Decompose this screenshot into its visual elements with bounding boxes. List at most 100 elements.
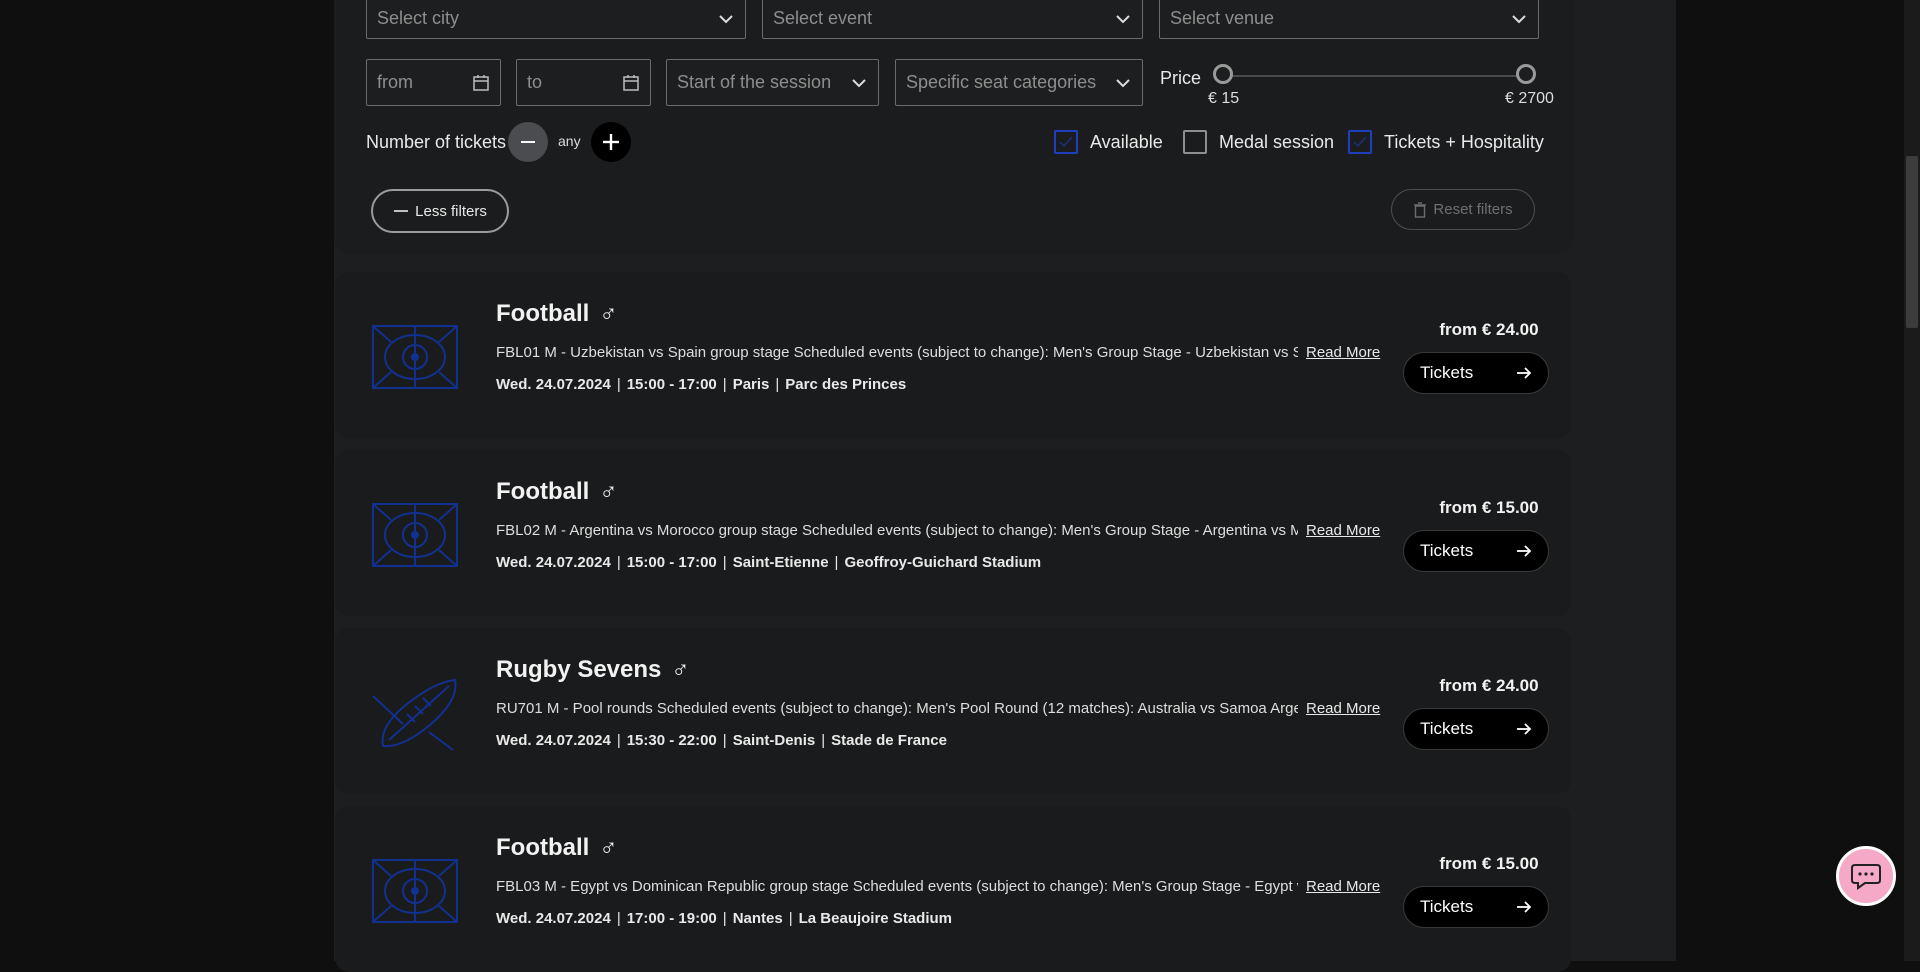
check-icon (1059, 136, 1073, 148)
tickets-button-label: Tickets (1420, 541, 1474, 560)
venue-select[interactable]: Select venue (1159, 0, 1539, 39)
event-sport-name: Football (496, 300, 590, 327)
event-sport-name: Football (496, 834, 590, 861)
event-city: Nantes (732, 910, 783, 927)
available-label: Available (1090, 132, 1163, 152)
male-icon: ♂ (599, 834, 618, 861)
football-pitch-icon (372, 859, 458, 923)
event-card: Football ♂ FBL03 M - Egypt vs Dominican … (335, 806, 1571, 972)
event-venue: Stade de France (831, 732, 947, 749)
male-icon: ♂ (671, 656, 690, 683)
arrow-right-icon (1517, 723, 1532, 735)
event-card: Football ♂ FBL02 M - Argentina vs Morocc… (335, 450, 1571, 616)
rugby-ball-icon (372, 678, 457, 750)
plus-icon (603, 134, 619, 150)
date-to-field[interactable]: to (516, 59, 651, 106)
football-pitch-icon (372, 503, 458, 567)
city-select-label: Select city (377, 8, 460, 28)
seat-category-label: Specific seat categories (906, 72, 1097, 92)
date-from-field[interactable]: from (366, 59, 501, 106)
event-title: Football ♂ (496, 478, 617, 506)
event-sport-name: Rugby Sevens (496, 656, 662, 683)
available-checkbox[interactable] (1054, 130, 1078, 154)
tickets-button-label: Tickets (1420, 897, 1474, 916)
city-select[interactable]: Select city (366, 0, 746, 39)
hospitality-label: Tickets + Hospitality (1384, 132, 1544, 152)
event-select[interactable]: Select event (762, 0, 1143, 39)
tickets-button-label: Tickets (1420, 719, 1474, 738)
event-description: FBL02 M - Argentina vs Morocco group sta… (496, 522, 1298, 539)
read-more-link[interactable]: Read More (1306, 878, 1380, 895)
tickets-count-label: Number of tickets (366, 132, 507, 152)
event-city: Saint-Denis (732, 732, 816, 749)
check-icon (1353, 136, 1367, 148)
event-meta: Wed. 24.07.2024 | 17:00 - 19:00 | Nantes | La … (496, 910, 952, 927)
scrollbar-track[interactable] (1904, 0, 1920, 961)
event-card: Football ♂ FBL01 M - Uzbekistan vs Spain… (335, 272, 1571, 438)
arrow-right-icon (1517, 901, 1532, 913)
event-venue: Parc des Princes (785, 376, 907, 393)
event-price: from € 15.00 (1439, 854, 1539, 873)
event-price: from € 24.00 (1439, 676, 1539, 695)
event-venue: Geoffroy-Guichard Stadium (844, 554, 1042, 571)
event-title: Football ♂ (496, 300, 617, 328)
arrow-right-icon (1517, 545, 1532, 557)
price-slider-track[interactable] (1222, 75, 1526, 77)
event-venue: La Beaujoire Stadium (798, 910, 952, 927)
chat-button[interactable] (1836, 846, 1896, 906)
read-more-link[interactable]: Read More (1306, 522, 1380, 539)
chevron-down-icon (1116, 78, 1130, 87)
event-date: Wed. 24.07.2024 (496, 376, 611, 393)
increase-tickets-button[interactable] (591, 122, 631, 162)
football-pitch-icon (372, 325, 458, 389)
event-meta: Wed. 24.07.2024 | 15:30 - 22:00 | Saint-Deni… (496, 732, 947, 749)
calendar-icon (473, 74, 489, 91)
seat-category-select[interactable]: Specific seat categories (895, 59, 1143, 106)
male-icon: ♂ (599, 300, 618, 327)
less-filters-button[interactable]: Less filters (371, 189, 509, 233)
session-start-select[interactable]: Start of the session (666, 59, 879, 106)
event-meta: Wed. 24.07.2024 | 15:00 - 17:00 | Paris | Parc… (496, 376, 907, 393)
chat-bubble-icon (1851, 864, 1881, 890)
read-more-link[interactable]: Read More (1306, 344, 1380, 361)
scrollbar-thumb[interactable] (1906, 156, 1918, 328)
less-filters-label: Less filters (415, 202, 487, 220)
chevron-down-icon (1512, 14, 1526, 23)
reset-filters-button[interactable]: Reset filters (1391, 189, 1535, 230)
tickets-button[interactable]: Tickets (1403, 530, 1549, 572)
price-max-value: € 2700 (1505, 90, 1554, 107)
hospitality-checkbox[interactable] (1348, 130, 1372, 154)
event-title: Rugby Sevens ♂ (496, 656, 689, 684)
event-meta: Wed. 24.07.2024 | 15:00 - 17:00 | Saint-Etie… (496, 554, 1042, 571)
event-time: 17:00 - 19:00 (626, 910, 717, 927)
male-icon: ♂ (599, 478, 618, 505)
chevron-down-icon (719, 14, 733, 23)
event-sport-name: Football (496, 478, 590, 505)
calendar-icon (623, 74, 639, 91)
event-price: from € 15.00 (1439, 498, 1539, 517)
event-date: Wed. 24.07.2024 (496, 910, 611, 927)
tickets-button[interactable]: Tickets (1403, 352, 1549, 394)
price-min-value: € 15 (1208, 90, 1240, 107)
decrease-tickets-button[interactable] (508, 122, 548, 162)
tickets-count-value: any (558, 133, 581, 149)
tickets-button[interactable]: Tickets (1403, 708, 1549, 750)
medal-session-label: Medal session (1219, 132, 1335, 152)
venue-select-label: Select venue (1170, 8, 1275, 28)
event-price: from € 24.00 (1439, 320, 1539, 339)
tickets-button[interactable]: Tickets (1403, 886, 1549, 928)
date-from-placeholder: from (377, 72, 413, 92)
price-slider-min-handle[interactable] (1213, 64, 1233, 84)
event-description: FBL03 M - Egypt vs Dominican Republic gr… (496, 878, 1298, 895)
medal-session-checkbox[interactable] (1183, 130, 1207, 154)
event-city: Saint-Etienne (732, 554, 829, 571)
chevron-down-icon (1116, 14, 1130, 23)
price-slider-max-handle[interactable] (1516, 64, 1536, 84)
event-date: Wed. 24.07.2024 (496, 732, 611, 749)
event-title: Football ♂ (496, 834, 617, 862)
event-time: 15:30 - 22:00 (626, 732, 717, 749)
read-more-link[interactable]: Read More (1306, 700, 1380, 717)
event-card: Rugby Sevens ♂ RU701 M - Pool rounds Sch… (335, 628, 1571, 794)
minus-icon (394, 210, 409, 212)
tickets-button-label: Tickets (1420, 363, 1474, 382)
